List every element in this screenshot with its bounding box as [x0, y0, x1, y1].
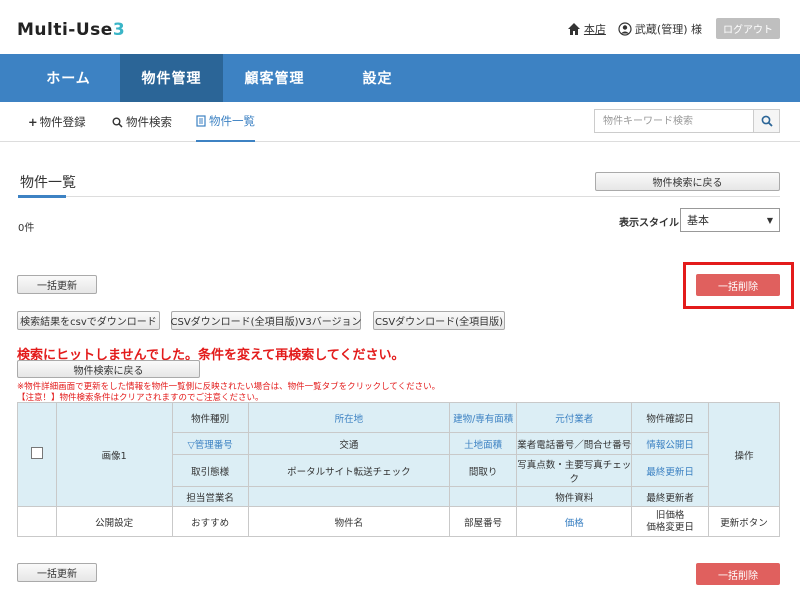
header-recommend: おすすめ — [171, 506, 249, 537]
header-photo-check: 写真点数・主要写真チェック — [516, 454, 633, 487]
display-style-label: 表示スタイル — [619, 218, 679, 229]
select-all-checkbox[interactable] — [30, 447, 43, 459]
plus-icon: + — [28, 115, 38, 129]
header-old-price: 旧価格 価格変更日 — [631, 506, 710, 537]
back-to-search-button-2[interactable]: 物件検索に戻る — [17, 360, 200, 378]
header-update-button: 更新ボタン — [708, 506, 780, 537]
header-layout: 間取り — [449, 454, 518, 487]
header-room-number: 部屋番号 — [449, 506, 518, 537]
header-last-updated[interactable]: 最終更新日 — [631, 454, 710, 487]
store-link[interactable]: 本店 — [584, 21, 606, 37]
bulk-delete-button[interactable]: 一括削除 — [696, 274, 780, 296]
app-logo[interactable]: Multi-Use3 — [17, 20, 125, 40]
user-name: 武蔵(管理) 様 — [634, 22, 702, 36]
header-empty-1 — [247, 486, 451, 507]
bulk-update-button[interactable]: 一括更新 — [17, 275, 97, 294]
user-icon — [618, 21, 632, 36]
header-property-type: 物件種別 — [171, 402, 249, 433]
nav-home[interactable]: ホーム — [17, 54, 120, 102]
header-publish-date[interactable]: 情報公開日 — [631, 432, 710, 455]
header-property-docs: 物件資料 — [516, 486, 633, 507]
main-nav: ホーム 物件管理 顧客管理 設定 — [0, 54, 800, 102]
header-land-area[interactable]: 土地面積 — [449, 432, 518, 455]
select-all-cell — [17, 402, 57, 507]
header-sales-rep: 担当営業名 — [171, 486, 249, 507]
header-property-name: 物件名 — [247, 506, 451, 537]
header-original-agent[interactable]: 元付業者 — [516, 402, 633, 433]
header-transaction-type: 取引態様 — [171, 454, 249, 487]
header-transport: 交通 — [247, 432, 451, 455]
page-title: 物件一覧 — [20, 175, 76, 191]
csv-v3-download-button[interactable]: CSVダウンロード(全項目版)V3バージョン — [171, 311, 362, 330]
header-empty-2 — [449, 486, 518, 507]
header-building-area[interactable]: 建物/専有面積 — [449, 402, 518, 433]
subnav-register[interactable]: + 物件登録 — [28, 102, 86, 142]
nav-property[interactable]: 物件管理 — [120, 54, 223, 102]
header-location[interactable]: 所在地 — [247, 402, 451, 433]
search-icon — [761, 115, 773, 127]
subnav-search[interactable]: 物件検索 — [112, 102, 172, 142]
header-last-updater: 最終更新者 — [631, 486, 710, 507]
keyword-search-button[interactable] — [753, 110, 779, 132]
bulk-update-button-bottom[interactable]: 一括更新 — [17, 563, 97, 582]
keyword-search-box — [594, 109, 780, 133]
display-style-select[interactable]: 基本 ▼ — [680, 208, 780, 232]
csv-all-download-button[interactable]: CSVダウンロード(全項目版) — [373, 311, 505, 330]
header-right: 本店 武蔵(管理) 様 ログアウト — [567, 18, 780, 39]
header-operations: 操作 — [708, 402, 780, 507]
back-to-search-button[interactable]: 物件検索に戻る — [595, 172, 780, 191]
home-icon — [567, 22, 580, 35]
header-confirm-date: 物件確認日 — [631, 402, 710, 433]
header-agent-phone: 業者電話番号／問合せ番号 — [516, 432, 633, 455]
subnav-list[interactable]: 物件一覧 — [196, 102, 255, 142]
dropdown-arrow-icon: ▼ — [766, 215, 773, 225]
logout-button[interactable]: ログアウト — [716, 18, 780, 39]
nav-customer[interactable]: 顧客管理 — [223, 54, 326, 102]
nav-settings[interactable]: 設定 — [326, 54, 429, 102]
header-image: 画像1 — [55, 402, 173, 507]
keyword-search-input[interactable] — [595, 110, 753, 132]
header-portal-check: ポータルサイト転送チェック — [247, 454, 451, 487]
result-count: 0件 — [18, 223, 35, 234]
header-price[interactable]: 価格 — [516, 506, 633, 537]
property-table: 画像1 物件種別 所在地 建物/専有面積 元付業者 物件確認日 操作 ▽管理番号… — [17, 402, 780, 537]
title-divider — [18, 196, 780, 197]
search-icon — [112, 117, 123, 128]
title-accent — [18, 195, 66, 198]
bulk-delete-button-bottom[interactable]: 一括削除 — [696, 563, 780, 585]
list-doc-icon — [196, 115, 206, 127]
header-empty-3 — [17, 506, 57, 537]
header-management-number[interactable]: ▽管理番号 — [171, 432, 249, 455]
csv-search-download-button[interactable]: 検索結果をcsvでダウンロード — [17, 311, 160, 330]
header-publish-setting: 公開設定 — [55, 506, 173, 537]
